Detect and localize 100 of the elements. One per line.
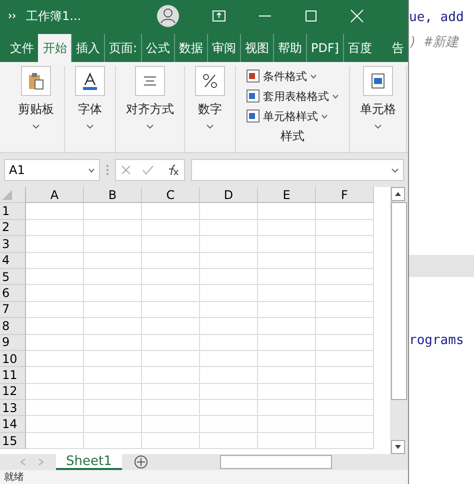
- spreadsheet-cell[interactable]: [258, 285, 316, 302]
- spreadsheet-cell[interactable]: [200, 367, 258, 384]
- check-icon[interactable]: [142, 165, 154, 175]
- spreadsheet-cell[interactable]: [200, 268, 258, 286]
- spreadsheet-cell[interactable]: [84, 432, 142, 450]
- quick-access-icon[interactable]: [8, 13, 16, 19]
- spreadsheet-cell[interactable]: [200, 334, 258, 351]
- spreadsheet-cell[interactable]: [142, 334, 200, 351]
- spreadsheet-cell[interactable]: [84, 236, 142, 253]
- spreadsheet-cell[interactable]: [142, 268, 200, 286]
- spreadsheet-cell[interactable]: [258, 350, 316, 368]
- spreadsheet-cell[interactable]: [258, 432, 316, 450]
- spreadsheet-cell[interactable]: [258, 268, 316, 286]
- spreadsheet-cell[interactable]: [258, 400, 316, 416]
- formula-input[interactable]: [191, 159, 404, 181]
- spreadsheet-cell[interactable]: [258, 334, 316, 351]
- spreadsheet-cell[interactable]: [316, 236, 374, 253]
- ribbon-tab[interactable]: 告: [388, 34, 408, 62]
- previous-sheet-icon[interactable]: [20, 458, 26, 466]
- scrollbar-thumb[interactable]: [391, 202, 407, 400]
- menu-button[interactable]: 单元格样式: [246, 106, 328, 126]
- spreadsheet-cell[interactable]: [200, 416, 258, 433]
- spreadsheet-cell[interactable]: [84, 220, 142, 236]
- spreadsheet-cell[interactable]: [316, 220, 374, 236]
- spreadsheet-cell[interactable]: [142, 220, 200, 236]
- spreadsheet-cell[interactable]: [316, 384, 374, 400]
- account-icon[interactable]: [156, 4, 180, 28]
- spreadsheet-cell[interactable]: [316, 203, 374, 220]
- spreadsheet-cell[interactable]: [26, 285, 84, 302]
- scroll-down-icon[interactable]: [391, 440, 405, 454]
- spreadsheet-cell[interactable]: [200, 432, 258, 450]
- spreadsheet-cell[interactable]: [84, 384, 142, 400]
- spreadsheet-cell[interactable]: [142, 432, 200, 450]
- spreadsheet-cell[interactable]: [142, 384, 200, 400]
- scroll-up-icon[interactable]: [391, 187, 405, 201]
- spreadsheet-cell[interactable]: [200, 220, 258, 236]
- vertical-scrollbar[interactable]: [390, 187, 408, 454]
- spreadsheet-cell[interactable]: [316, 302, 374, 318]
- spreadsheet-cell[interactable]: [84, 302, 142, 318]
- spreadsheet-cell[interactable]: [316, 252, 374, 269]
- spreadsheet-cell[interactable]: [142, 367, 200, 384]
- spreadsheet-cell[interactable]: [26, 416, 84, 433]
- spreadsheet-cell[interactable]: [200, 350, 258, 368]
- ribbon-display-icon[interactable]: [212, 9, 226, 23]
- spreadsheet-cell[interactable]: [26, 203, 84, 220]
- spreadsheet-cell[interactable]: [26, 236, 84, 253]
- menu-button[interactable]: 套用表格格式: [246, 86, 339, 106]
- spreadsheet-cell[interactable]: [200, 252, 258, 269]
- spreadsheet-cell[interactable]: [200, 318, 258, 335]
- spreadsheet-cell[interactable]: [84, 252, 142, 269]
- spreadsheet-cell[interactable]: [26, 268, 84, 286]
- spreadsheet-cell[interactable]: [84, 416, 142, 433]
- spreadsheet-cell[interactable]: [84, 318, 142, 335]
- next-sheet-icon[interactable]: [38, 458, 44, 466]
- spreadsheet-cell[interactable]: [258, 302, 316, 318]
- spreadsheet-cell[interactable]: [258, 220, 316, 236]
- spreadsheet-cell[interactable]: [84, 367, 142, 384]
- spreadsheet-cell[interactable]: [316, 350, 374, 368]
- spreadsheet-cell[interactable]: [258, 203, 316, 220]
- ribbon-button[interactable]: [21, 66, 51, 96]
- spreadsheet-cell[interactable]: [258, 252, 316, 269]
- spreadsheet-cell[interactable]: [200, 384, 258, 400]
- ribbon-button[interactable]: [135, 66, 165, 96]
- spreadsheet-cell[interactable]: [142, 236, 200, 253]
- add-sheet-icon[interactable]: [134, 455, 148, 469]
- spreadsheet-cell[interactable]: [200, 400, 258, 416]
- ribbon-button[interactable]: [195, 66, 225, 96]
- spreadsheet-cell[interactable]: [200, 285, 258, 302]
- spreadsheet-cell[interactable]: [142, 350, 200, 368]
- spreadsheet-cell[interactable]: [142, 203, 200, 220]
- spreadsheet-cell[interactable]: [26, 252, 84, 269]
- spreadsheet-cell[interactable]: [258, 416, 316, 433]
- spreadsheet-cell[interactable]: [142, 285, 200, 302]
- spreadsheet-cell[interactable]: [258, 318, 316, 335]
- spreadsheet-cell[interactable]: [316, 334, 374, 351]
- spreadsheet-cell[interactable]: [316, 416, 374, 433]
- spreadsheet-cell[interactable]: [316, 268, 374, 286]
- spreadsheet-cell[interactable]: [84, 334, 142, 351]
- spreadsheet-cell[interactable]: [316, 432, 374, 450]
- ribbon-button[interactable]: [363, 66, 393, 96]
- spreadsheet-cell[interactable]: [316, 367, 374, 384]
- ribbon-button[interactable]: [75, 66, 105, 96]
- sheet-tab[interactable]: Sheet1: [56, 454, 122, 470]
- name-box[interactable]: A1: [4, 159, 100, 181]
- menu-button[interactable]: 条件格式: [246, 66, 317, 86]
- spreadsheet-cell[interactable]: [84, 285, 142, 302]
- spreadsheet-cell[interactable]: [84, 203, 142, 220]
- cancel-icon[interactable]: [121, 165, 132, 175]
- ribbon-tab[interactable]: 开始: [38, 34, 71, 62]
- spreadsheet-cell[interactable]: [26, 302, 84, 318]
- spreadsheet-cell[interactable]: [142, 302, 200, 318]
- spreadsheet-cell[interactable]: [26, 367, 84, 384]
- spreadsheet-cell[interactable]: [200, 302, 258, 318]
- spreadsheet-cell[interactable]: [316, 285, 374, 302]
- spreadsheet-cell[interactable]: [26, 400, 84, 416]
- spreadsheet-cell[interactable]: [26, 318, 84, 335]
- spreadsheet-cell[interactable]: [258, 384, 316, 400]
- close-icon[interactable]: [350, 9, 364, 23]
- spreadsheet-cell[interactable]: [200, 236, 258, 253]
- spreadsheet-cell[interactable]: [26, 350, 84, 368]
